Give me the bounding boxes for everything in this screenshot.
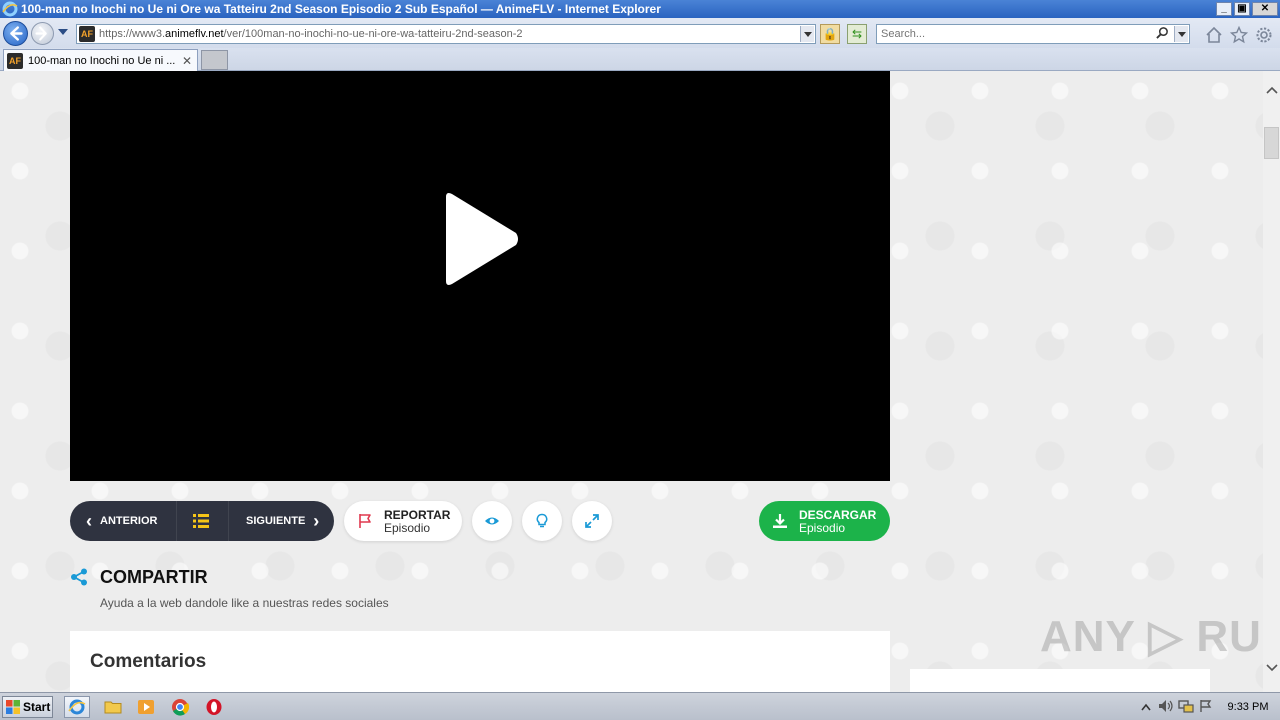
close-window-button[interactable]: ✕ [1252,2,1278,16]
taskbar-media-player[interactable] [133,696,159,718]
tab-close-icon[interactable]: ✕ [180,54,194,68]
media-player-icon [138,700,154,714]
restore-button[interactable]: ▣ [1234,2,1250,16]
lights-toggle-button[interactable] [522,501,562,541]
flag-icon [359,514,371,528]
anyrun-watermark: ANY ▷ RUN [1040,612,1263,661]
taskbar-internet-explorer[interactable] [64,696,90,718]
chevron-right-icon: › [313,510,320,531]
download-episode-button[interactable]: DESCARGAR Episodio [759,501,890,541]
action-center-flag-icon[interactable] [1196,699,1216,716]
tab-bar: AF 100-man no Inochi no Ue ni ... ✕ [0,48,1280,71]
minimize-button[interactable]: _ [1216,2,1232,16]
report-sublabel: Episodio [384,521,431,535]
network-icon[interactable] [1176,699,1196,716]
tab-label: 100-man no Inochi no Ue ni ... [28,54,176,67]
page-viewport: ‹ ANTERIOR SIGUIENTE › REPORTAR Episodio [0,71,1263,692]
forward-button[interactable] [31,22,54,45]
watched-toggle-button[interactable] [472,501,512,541]
window-title-bar: 100-man no Inochi no Ue ni Ore wa Tattei… [0,0,1280,18]
window-title: 100-man no Inochi no Ue ni Ore wa Tattei… [21,2,661,16]
search-provider-dropdown[interactable] [1174,26,1188,42]
show-hidden-icons-icon[interactable] [1136,700,1156,714]
start-button[interactable]: Start [2,696,53,718]
address-url[interactable]: https://www3.animeflv.net/ver/100man-no-… [99,28,523,40]
share-section: COMPARTIR Ayuda a la web dandole like a … [70,565,670,611]
chevron-left-icon: ‹ [86,510,92,531]
expand-player-button[interactable] [572,501,612,541]
tab-favicon: AF [7,52,23,69]
eye-icon [485,517,499,525]
settings-gear-icon[interactable] [1255,26,1273,44]
taskbar-clock[interactable]: 9:33 PM [1216,701,1280,713]
comments-section: Comentarios [70,631,890,692]
forward-arrow-icon [35,26,47,41]
favorites-star-icon[interactable] [1229,25,1249,44]
back-arrow-icon [10,26,23,41]
next-episode-button[interactable]: SIGUIENTE › [246,501,319,541]
share-icon [71,568,87,586]
windows-flag-icon [6,700,20,714]
share-heading: COMPARTIR [100,567,208,587]
list-icon[interactable] [192,512,210,530]
share-subtitle: Ayuda a la web dandole like a nuestras r… [100,596,389,610]
scroll-up-chevron-icon[interactable] [1263,83,1280,99]
report-episode-button[interactable]: REPORTAR Episodio [344,501,462,541]
download-sublabel: Episodio [799,521,846,535]
volume-icon[interactable] [1156,699,1176,716]
security-lock-button[interactable]: 🔒 [820,24,840,44]
new-tab-button[interactable] [201,50,228,70]
recent-pages-dropdown[interactable] [58,29,68,35]
vertical-scrollbar[interactable] [1263,71,1280,692]
next-label: SIGUIENTE [246,515,306,527]
search-box[interactable] [876,24,1190,44]
scrollbar-thumb[interactable] [1264,127,1279,159]
play-icon[interactable] [440,191,520,287]
internet-explorer-icon [68,699,86,715]
nav-divider [176,501,177,541]
browser-navigation-bar: AF https://www3.animeflv.net/ver/100man-… [0,18,1280,48]
internet-explorer-icon [2,1,18,17]
comments-heading: Comentarios [90,651,207,672]
episode-navigation: ‹ ANTERIOR SIGUIENTE › [70,501,334,541]
back-button[interactable] [3,21,28,46]
search-input[interactable] [877,25,1147,43]
chrome-icon [172,699,189,716]
system-tray: 9:33 PM [1136,693,1280,720]
address-bar[interactable]: AF https://www3.animeflv.net/ver/100man-… [76,24,816,44]
windows-taskbar: Start 9:33 PM [0,692,1280,720]
download-icon [773,514,787,528]
address-dropdown-button[interactable] [800,26,814,42]
video-player[interactable] [70,71,890,481]
scroll-down-chevron-icon[interactable] [1263,661,1280,677]
start-label: Start [23,700,51,714]
taskbar-chrome[interactable] [167,696,193,718]
compatibility-refresh-button[interactable]: ⇆ [847,24,867,44]
lightbulb-icon [536,513,548,528]
nav-divider [228,501,229,541]
folder-icon [104,701,122,714]
previous-label: ANTERIOR [100,515,158,527]
search-icon[interactable] [1156,26,1169,42]
tab-animeflv[interactable]: AF 100-man no Inochi no Ue ni ... ✕ [3,49,198,71]
site-favicon: AF [79,26,95,42]
home-icon[interactable] [1205,26,1223,44]
download-label: DESCARGAR [799,508,877,522]
taskbar-explorer[interactable] [100,696,126,718]
expand-icon [585,514,599,528]
report-label: REPORTAR [384,508,451,522]
taskbar-opera[interactable] [201,696,227,718]
opera-icon [206,699,222,715]
previous-episode-button[interactable]: ‹ ANTERIOR [86,501,157,541]
episode-controls: ‹ ANTERIOR SIGUIENTE › REPORTAR Episodio [70,501,890,541]
